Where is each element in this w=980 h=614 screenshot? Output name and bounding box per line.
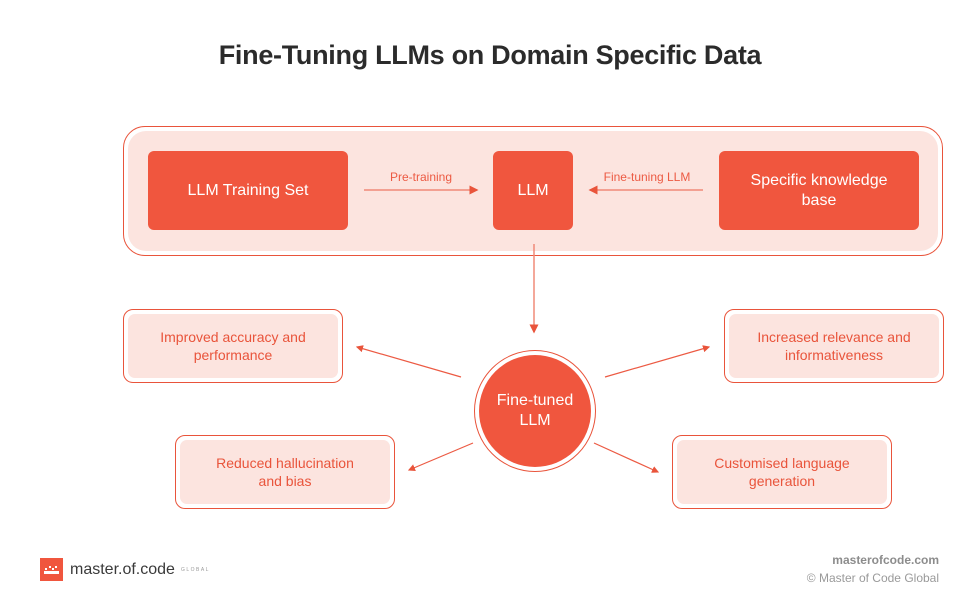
company-logo: master.of.code GLOBAL xyxy=(40,558,210,581)
arrow-to-customised xyxy=(593,442,660,473)
outcome-accuracy: Improved accuracy and performance xyxy=(123,309,343,383)
connector-arrows xyxy=(355,185,711,473)
fine-tuned-llm-label: Fine-tuned LLM xyxy=(496,392,574,429)
logo-mark-icon xyxy=(40,558,63,581)
fine-tuned-llm-node: Fine-tuned LLM xyxy=(474,350,596,472)
outcome-customised: Customised language generation xyxy=(672,435,892,509)
logo-text: master.of.code xyxy=(70,560,175,578)
footer-copyright: © Master of Code Global xyxy=(806,571,939,585)
outcome-hallucination: Reduced hallucination and bias xyxy=(175,435,395,509)
footer-website: masterofcode.com xyxy=(832,553,939,567)
outcome-relevance: Increased relevance and informativeness xyxy=(724,309,944,383)
outcome-customised-label: Customised language generation xyxy=(714,455,850,489)
logo-subtext: GLOBAL xyxy=(180,566,210,573)
outcome-accuracy-label: Improved accuracy and performance xyxy=(160,329,306,363)
arrow-to-hallucination xyxy=(407,442,474,471)
arrow-to-relevance xyxy=(604,345,711,378)
arrow-to-accuracy xyxy=(355,345,462,378)
outcome-relevance-label: Increased relevance and informativeness xyxy=(757,329,911,363)
outcome-hallucination-label: Reduced hallucination and bias xyxy=(216,455,354,489)
